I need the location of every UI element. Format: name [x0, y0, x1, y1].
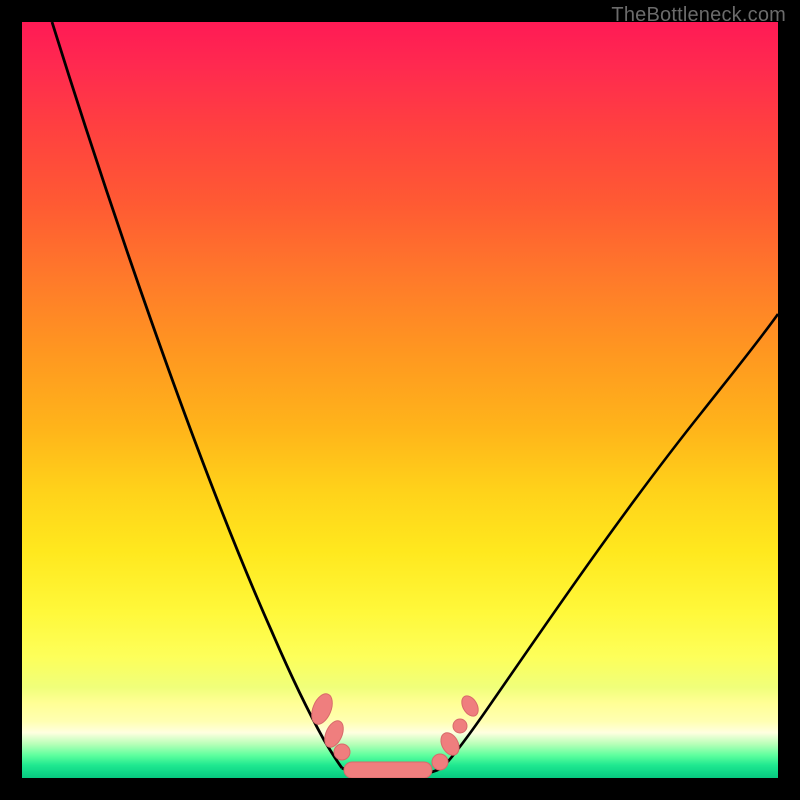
bottleneck-curve: [22, 22, 778, 778]
plot-area: [22, 22, 778, 778]
curve-left-branch: [52, 22, 342, 768]
valley-markers: [308, 691, 482, 778]
curve-right-branch: [442, 314, 778, 768]
chart-frame: TheBottleneck.com: [0, 0, 800, 800]
watermark-text: TheBottleneck.com: [611, 4, 786, 27]
